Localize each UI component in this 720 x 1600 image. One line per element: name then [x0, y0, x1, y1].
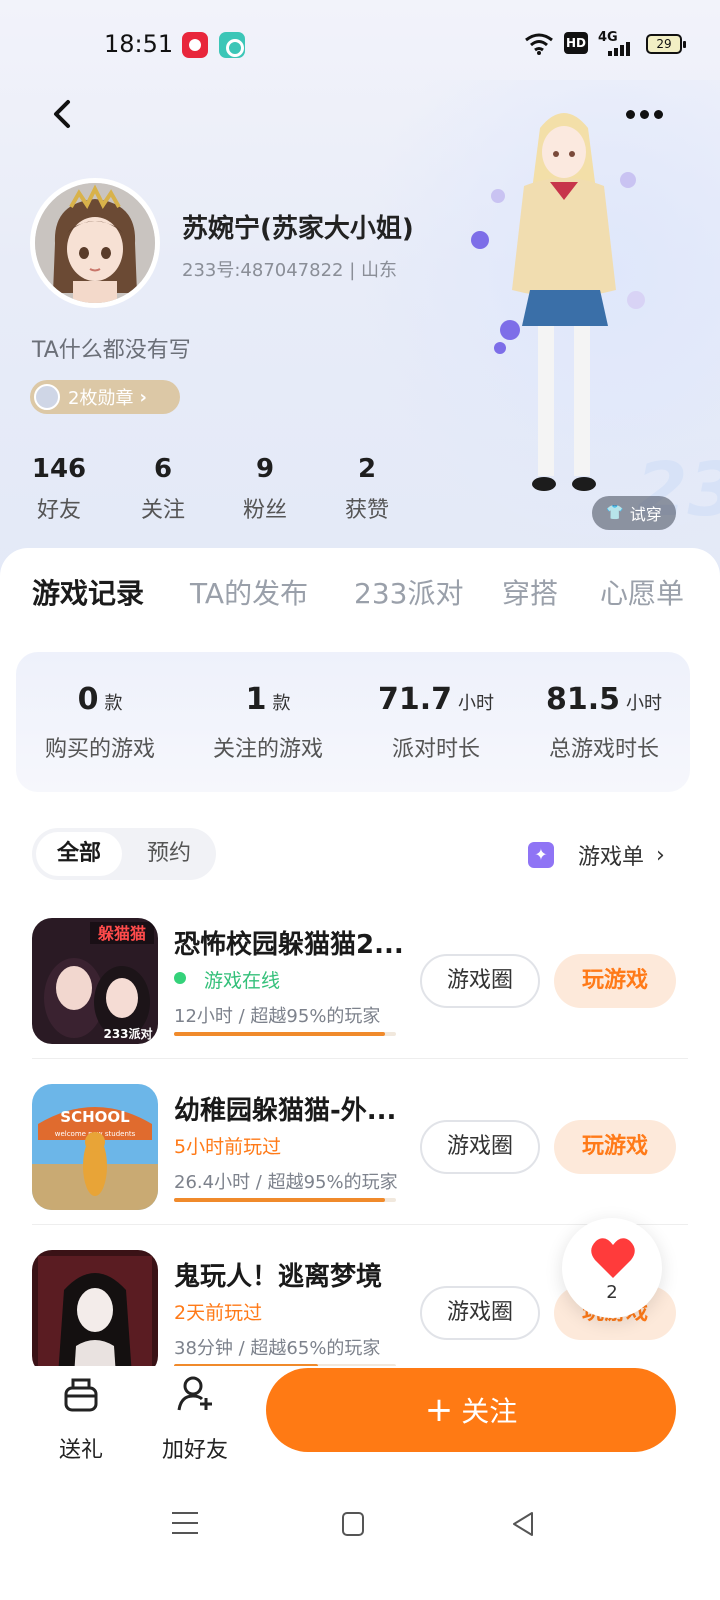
summary-purchased: 0款 购买的游戏	[44, 682, 155, 762]
avatar-character-figure	[471, 113, 645, 491]
badges-button[interactable]: 2枚勋章 ›	[30, 380, 180, 414]
game-title: 鬼玩人！逃离梦境	[174, 1262, 383, 1292]
bottom-action-bar: 送礼 加好友 + 关注	[0, 1366, 720, 1486]
tab-bar: 游戏记录 TA的发布 233派对 穿搭 心愿单	[0, 572, 720, 659]
gift-icon	[64, 1378, 98, 1412]
recents-menu-icon[interactable]	[172, 1512, 198, 1534]
game-progress-bar	[174, 1032, 396, 1036]
game-row[interactable]: 躲猫猫 233派对 恐怖校园躲猫猫2... 游戏在线 12小时 / 超越95%的…	[0, 918, 720, 1084]
tab-233-party[interactable]: 233派对	[354, 572, 463, 612]
profile-id-location: 233号:487047822 | 山东	[182, 260, 397, 281]
game-status: 5小时前玩过	[174, 1136, 282, 1158]
filter-reserved[interactable]: 预约	[126, 832, 212, 876]
heart-icon	[591, 1238, 635, 1278]
shirt-icon: 👕	[606, 505, 624, 521]
profile-name: 苏婉宁(苏家大小姐)	[182, 214, 414, 244]
game-list-link[interactable]: ✦ 游戏单 ›	[528, 838, 665, 872]
game-status: 2天前玩过	[174, 1302, 263, 1324]
status-time: 18:51	[104, 30, 174, 58]
game-playtime: 26.4小时 / 超越95%的玩家	[174, 1172, 398, 1193]
signal-icon	[608, 42, 632, 56]
status-bar: 18:51 HD 4G 29	[0, 0, 720, 90]
gift-button[interactable]: 送礼	[36, 1374, 126, 1464]
game-title: 恐怖校园躲猫猫2...	[174, 930, 404, 960]
profile-stats: 146 好友 6 关注 9 粉丝 2 获赞	[0, 454, 420, 534]
game-thumb-subtitle: 233派对	[103, 1026, 152, 1041]
avatar[interactable]	[30, 178, 160, 308]
divider	[32, 1058, 688, 1059]
game-thumb-title: 躲猫猫	[98, 924, 146, 943]
online-dot-icon	[174, 972, 186, 984]
badges-label: 2枚勋章	[68, 388, 134, 409]
game-title: 幼稚园躲猫猫-外...	[174, 1096, 397, 1126]
profile-header: 233 18:51 HD 4G 29	[0, 0, 720, 600]
tab-game-records[interactable]: 游戏记录	[32, 572, 144, 612]
tab-posts[interactable]: TA的发布	[190, 572, 308, 612]
follow-button[interactable]: + 关注	[266, 1368, 676, 1452]
game-summary: 0款 购买的游戏 1款 关注的游戏 71.7 小时 派对时长 81.5 小时 总游戏…	[16, 652, 690, 792]
summary-party-time: 71.7 小时 派对时长	[377, 682, 495, 762]
game-circle-button[interactable]: 游戏圈	[420, 1120, 540, 1174]
plus-icon: +	[424, 1390, 454, 1430]
stat-fans[interactable]: 9 粉丝	[220, 454, 310, 524]
filter-all[interactable]: 全部	[36, 832, 122, 876]
stat-likes[interactable]: 2 获赞	[322, 454, 412, 524]
game-playtime: 38分钟 / 超越65%的玩家	[174, 1338, 381, 1359]
wifi-icon	[525, 33, 553, 55]
game-thumbnail[interactable]: SCHOOL welcome new students	[32, 1084, 158, 1210]
try-on-button[interactable]: 👕 试穿	[592, 496, 676, 530]
play-game-button[interactable]: 玩游戏	[554, 1120, 676, 1174]
profile-bio: TA什么都没有写	[32, 338, 191, 363]
medal-icon	[34, 384, 60, 410]
sparkle-icon: ✦	[528, 842, 554, 868]
hd-indicator: HD	[564, 32, 588, 54]
game-status: 游戏在线	[174, 966, 280, 993]
game-thumbnail[interactable]	[32, 1250, 158, 1376]
chevron-right-icon: ›	[139, 386, 147, 408]
summary-total-time: 81.5 小时 总游戏时长	[545, 682, 663, 762]
game-thumb-title: SCHOOL	[60, 1108, 130, 1126]
system-nav-bar	[0, 1486, 720, 1600]
game-progress-bar	[174, 1198, 396, 1202]
tab-wishlist[interactable]: 心愿单	[600, 572, 684, 612]
back-arrow-icon[interactable]	[46, 96, 82, 132]
add-friend-button[interactable]: 加好友	[150, 1374, 240, 1464]
chevron-right-icon: ›	[656, 842, 665, 868]
back-triangle-icon[interactable]	[510, 1510, 536, 1538]
home-square-icon[interactable]	[342, 1512, 364, 1536]
stat-following[interactable]: 6 关注	[118, 454, 208, 524]
add-friend-icon	[177, 1376, 212, 1411]
stat-friends[interactable]: 146 好友	[14, 454, 104, 524]
play-game-button[interactable]: 玩游戏	[554, 954, 676, 1008]
tab-outfits[interactable]: 穿搭	[502, 572, 558, 612]
like-button[interactable]: 2	[562, 1218, 662, 1318]
filter-segmented-control: 全部 预约	[32, 828, 216, 880]
battery-icon: 29	[646, 34, 686, 54]
game-circle-button[interactable]: 游戏圈	[420, 954, 540, 1008]
game-playtime: 12小时 / 超越95%的玩家	[174, 1006, 381, 1027]
like-count: 2	[606, 1282, 618, 1303]
game-circle-button[interactable]: 游戏圈	[420, 1286, 540, 1340]
notification-app-icon	[219, 32, 245, 58]
summary-followed: 1款 关注的游戏	[212, 682, 323, 762]
game-thumbnail[interactable]: 躲猫猫 233派对	[32, 918, 158, 1044]
avatar-image	[35, 183, 155, 303]
notification-app-icon	[182, 32, 208, 58]
